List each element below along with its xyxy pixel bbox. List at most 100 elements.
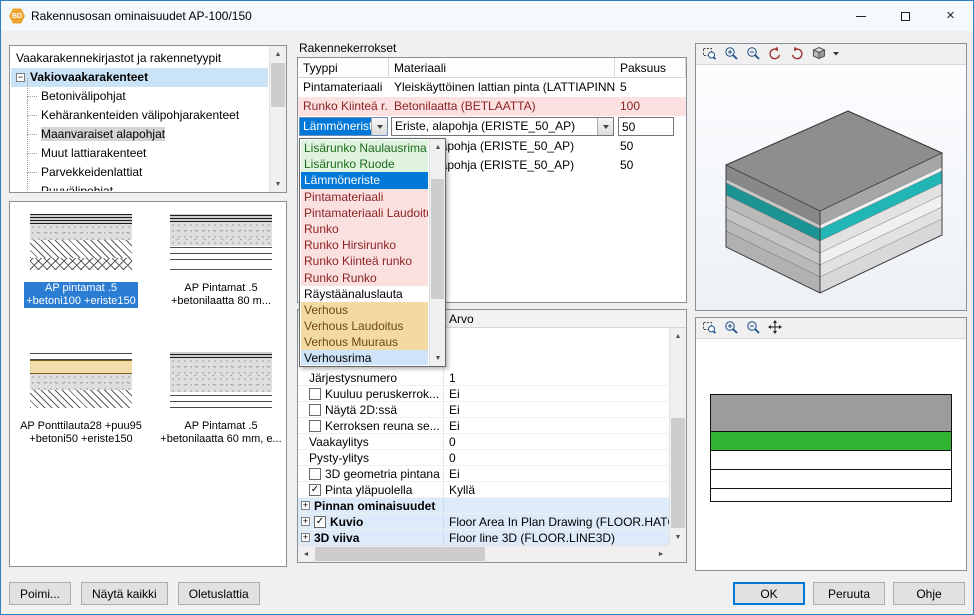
dropdown-item-runko[interactable]: Runko <box>301 221 428 237</box>
tree-item-keharankenteiden-valipohjarakenteet[interactable]: Kehärankenteiden välipohjarakenteet <box>11 106 268 125</box>
scrollbar-thumb[interactable] <box>431 179 444 299</box>
combo-arrow-button[interactable] <box>371 118 387 135</box>
thumbnail-item[interactable]: AP Pintamat .5+betonilaatta 80 m... <box>156 214 286 308</box>
dropdown-item-lammoneriste[interactable]: Lämmöneriste <box>301 172 428 188</box>
dropdown-item-verhous-laudoitus[interactable]: Verhous Laudoitus <box>301 318 428 334</box>
scroll-down-icon[interactable]: ▼ <box>670 529 686 545</box>
tree-item-puuvalipohjat[interactable]: Puuvälipohjat <box>11 182 268 191</box>
nayta-kaikki-button[interactable]: Näytä kaikki <box>81 582 168 605</box>
scroll-down-icon[interactable]: ▼ <box>270 176 286 192</box>
expand-plus-icon[interactable]: + <box>301 501 310 510</box>
thumbnail-item[interactable]: AP Ponttilauta28 +puu95+betoni50 +eriste… <box>16 352 146 446</box>
scroll-left-icon[interactable]: ◄ <box>298 546 314 562</box>
tree-item-maanvaraiset-alapohjat[interactable]: Maanvaraiset alapohjat <box>11 125 268 144</box>
property-row-pinta-ylapuolella[interactable]: ✓Pinta yläpuolellaKyllä <box>298 482 669 498</box>
layer-thickness-input[interactable] <box>618 117 674 136</box>
checkbox[interactable] <box>309 404 321 416</box>
ohje-button[interactable]: Ohje <box>893 582 965 605</box>
property-row-pinnan-ominaisuudet[interactable]: +Pinnan ominaisuudet <box>298 498 669 514</box>
property-row-kuuluu-peruskerrok[interactable]: Kuuluu peruskerrok...Ei <box>298 386 669 402</box>
checkbox[interactable] <box>309 420 321 432</box>
thumbnail-item[interactable]: AP Pintamat .5+betonilaatta 60 mm, e... <box>156 352 286 446</box>
tree-item-muut-lattiarakenteet[interactable]: Muut lattiarakenteet <box>11 144 268 163</box>
property-row-3d-geometria-pintana[interactable]: 3D geometria pintanaEi <box>298 466 669 482</box>
column-header-materiaali[interactable]: Materiaali <box>389 58 615 77</box>
property-label-cell: +3D viiva <box>298 530 444 545</box>
checkbox[interactable]: ✓ <box>314 516 326 528</box>
layer-type-combobox[interactable]: Lämmöneriste <box>299 117 388 136</box>
dropdown-scrollbar[interactable]: ▲ ▼ <box>429 139 445 366</box>
property-grid-hscrollbar[interactable]: ◄ ► <box>298 545 669 562</box>
dropdown-item-pintamateriaali[interactable]: Pintamateriaali <box>301 189 428 205</box>
scroll-up-icon[interactable]: ▲ <box>430 139 446 155</box>
dropdown-item-pintamateriaali-laudoitus[interactable]: Pintamateriaali Laudoitus <box>301 205 428 221</box>
viewport-2d-view[interactable] <box>696 339 966 570</box>
collapse-icon[interactable]: − <box>16 73 25 82</box>
scroll-right-icon[interactable]: ► <box>653 546 669 562</box>
thumbnail-caption: AP pintamat .5+betoni100 +eriste150 <box>24 282 137 308</box>
dropdown-item-runko-hirsirunko[interactable]: Runko Hirsirunko <box>301 237 428 253</box>
layer-row[interactable]: Runko Kiinteä r...Betonilaatta (BETLAATT… <box>298 97 686 116</box>
peruuta-button[interactable]: Peruuta <box>813 582 885 605</box>
dropdown-item-runko-runko[interactable]: Runko Runko <box>301 270 428 286</box>
rotate-right-button[interactable] <box>787 45 807 63</box>
column-header-paksuus[interactable]: Paksuus <box>615 58 686 77</box>
zoom-out-button[interactable] <box>743 45 763 63</box>
dropdown-item-lisarunko-ruode[interactable]: Lisärunko Ruode <box>301 156 428 172</box>
expand-plus-icon[interactable]: + <box>301 517 310 526</box>
close-button[interactable]: ✕ <box>928 1 973 31</box>
dropdown-item-verhousrima[interactable]: Verhousrima <box>301 350 428 365</box>
tree-item-header[interactable]: Vaakarakennekirjastot ja rakennetyypit <box>11 49 268 68</box>
expand-plus-icon[interactable]: + <box>301 533 310 542</box>
title-bar[interactable]: BD Rakennusosan ominaisuudet AP-100/150 … <box>1 1 973 31</box>
checkbox[interactable]: ✓ <box>309 484 321 496</box>
property-row-jarjestysnumero[interactable]: Järjestysnumero1 <box>298 370 669 386</box>
maximize-button[interactable] <box>883 1 928 31</box>
library-tree-panel: Vaakarakennekirjastot ja rakennetyypit −… <box>9 45 287 193</box>
property-row-nayta-2d-ssa[interactable]: Näytä 2D:ssäEi <box>298 402 669 418</box>
column-header-tyyppi[interactable]: Tyyppi <box>298 58 389 77</box>
view-cube-button[interactable] <box>809 45 829 63</box>
zoom-in-button[interactable] <box>721 45 741 63</box>
scrollbar-thumb[interactable] <box>671 418 685 528</box>
dropdown-item-verhous[interactable]: Verhous <box>301 302 428 318</box>
property-row-pysty-ylitys[interactable]: Pysty-ylitys0 <box>298 450 669 466</box>
oletuslattia-button[interactable]: Oletuslattia <box>178 582 260 605</box>
combo-arrow-button[interactable] <box>597 118 613 135</box>
tree-scrollbar[interactable]: ▲ ▼ <box>269 46 286 192</box>
dropdown-item-lisarunko-naulausrima[interactable]: Lisärunko Naulausrima <box>301 140 428 156</box>
property-label-cell: 3D geometria pintana <box>298 466 444 481</box>
poimi-button[interactable]: Poimi... <box>9 582 71 605</box>
pan-button[interactable] <box>765 319 785 337</box>
zoom-out-button[interactable] <box>743 319 763 337</box>
scroll-up-icon[interactable]: ▲ <box>270 46 286 62</box>
viewport-3d-view[interactable] <box>696 65 966 310</box>
property-row-vaakaylitys[interactable]: Vaakaylitys0 <box>298 434 669 450</box>
thumbnail-item[interactable]: AP pintamat .5+betoni100 +eriste150 <box>16 214 146 308</box>
property-row-kuvio[interactable]: +✓KuvioFloor Area In Plan Drawing (FLOOR… <box>298 514 669 530</box>
dropdown-item-runko-kiintea-runko[interactable]: Runko Kiinteä runko <box>301 253 428 269</box>
caret-down-button[interactable] <box>831 45 841 63</box>
checkbox[interactable] <box>309 468 321 480</box>
dropdown-item-raystaanaluslauta[interactable]: Räystäänaluslauta <box>301 286 428 302</box>
property-grid-vscrollbar[interactable]: ▲ ▼ <box>669 328 686 545</box>
zoom-window-button[interactable] <box>699 319 719 337</box>
zoom-window-button[interactable] <box>699 45 719 63</box>
scroll-up-icon[interactable]: ▲ <box>670 328 686 344</box>
zoom-in-button[interactable] <box>721 319 741 337</box>
tree-item-vakiovaakarakenteet[interactable]: − Vakiovaakarakenteet <box>11 68 268 87</box>
property-row-kerroksen-reuna-se[interactable]: Kerroksen reuna se...Ei <box>298 418 669 434</box>
property-row-3d-viiva[interactable]: +3D viivaFloor line 3D (FLOOR.LINE3D) <box>298 530 669 545</box>
checkbox[interactable] <box>309 388 321 400</box>
rotate-left-button[interactable] <box>765 45 785 63</box>
scroll-down-icon[interactable]: ▼ <box>430 350 446 366</box>
scrollbar-thumb[interactable] <box>315 547 485 561</box>
tree-item-parvekkeidenlattiat[interactable]: Parvekkeidenlattiat <box>11 163 268 182</box>
minimize-button[interactable] <box>838 1 883 31</box>
ok-button[interactable]: OK <box>733 582 805 605</box>
layer-material-combobox[interactable]: Eriste, alapohja (ERISTE_50_AP) <box>391 117 614 136</box>
tree-item-betonivalipohjat[interactable]: Betonivälipohjat <box>11 87 268 106</box>
scrollbar-thumb[interactable] <box>271 63 285 107</box>
dropdown-item-verhous-muuraus[interactable]: Verhous Muuraus <box>301 334 428 350</box>
layer-row[interactable]: PintamateriaaliYleiskäyttöinen lattian p… <box>298 78 686 97</box>
